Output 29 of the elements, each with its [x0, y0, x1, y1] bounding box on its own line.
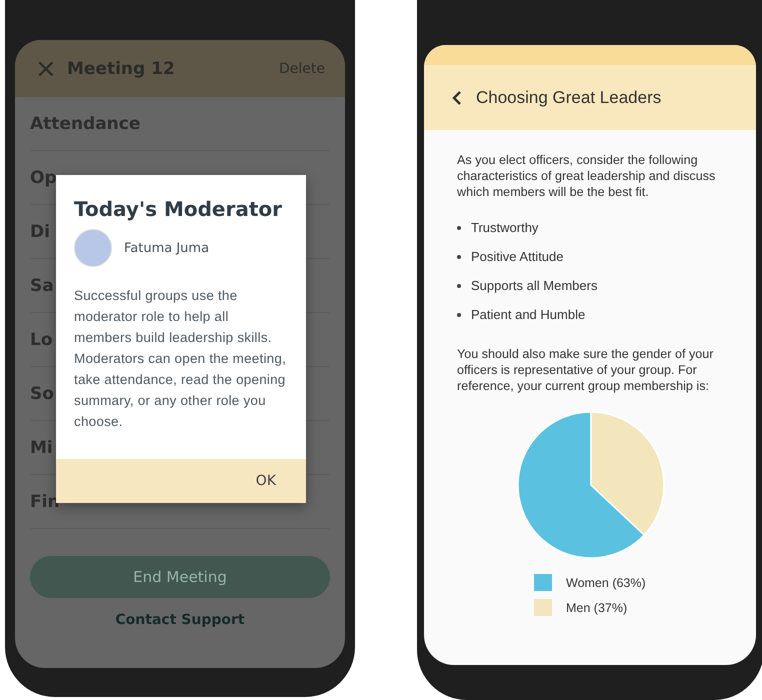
menu-item[interactable]: Lo — [30, 330, 53, 350]
end-meeting-button: End Meeting — [30, 556, 330, 598]
trait-item: Supports all Members — [471, 278, 598, 293]
back-icon[interactable] — [452, 90, 462, 106]
menu-item[interactable]: Attendance — [30, 114, 140, 134]
menu-item[interactable]: Sa — [30, 276, 54, 296]
bullet-icon — [457, 284, 461, 288]
legend-label: Men (37%) — [566, 600, 628, 614]
ok-button[interactable]: OK — [248, 469, 284, 493]
contact-support-link[interactable]: Contact Support — [115, 612, 245, 628]
menu-item[interactable]: Di — [30, 222, 50, 242]
screen-title: Choosing Great Leaders — [476, 88, 662, 108]
dialog-text: Successful groups use the moderator role to help all members build leadership skills. Moderators can open the meeting, take attendance, read the opening summary, or any other role you choose. — [74, 287, 288, 431]
bullet-icon — [457, 226, 461, 230]
note-text: You should also make sure the gender of your officers is representative of your group. For reference, your current group membership is: — [457, 346, 714, 394]
legend-label: Women (63%) — [566, 576, 646, 590]
close-icon[interactable]: × — [35, 56, 55, 82]
bullet-icon — [457, 312, 461, 316]
avatar-circle — [74, 229, 112, 267]
trait-item: Patient and Humble — [471, 307, 586, 322]
moderator-name: Fatuma Juma — [124, 240, 210, 256]
menu-item[interactable]: Mi — [30, 438, 53, 458]
intro-text: As you elect officers, consider the following characteristics of great leadership and discuss which members will be the best fit. — [457, 152, 716, 200]
menu-item[interactable]: Op — [30, 168, 57, 188]
menu-item[interactable]: So — [30, 384, 54, 404]
bullet-icon — [457, 254, 461, 258]
trait-item: Trustworthy — [471, 220, 538, 235]
trait-item: Positive Attitude — [471, 249, 564, 264]
dialog-title: Today's Moderator — [74, 197, 283, 221]
